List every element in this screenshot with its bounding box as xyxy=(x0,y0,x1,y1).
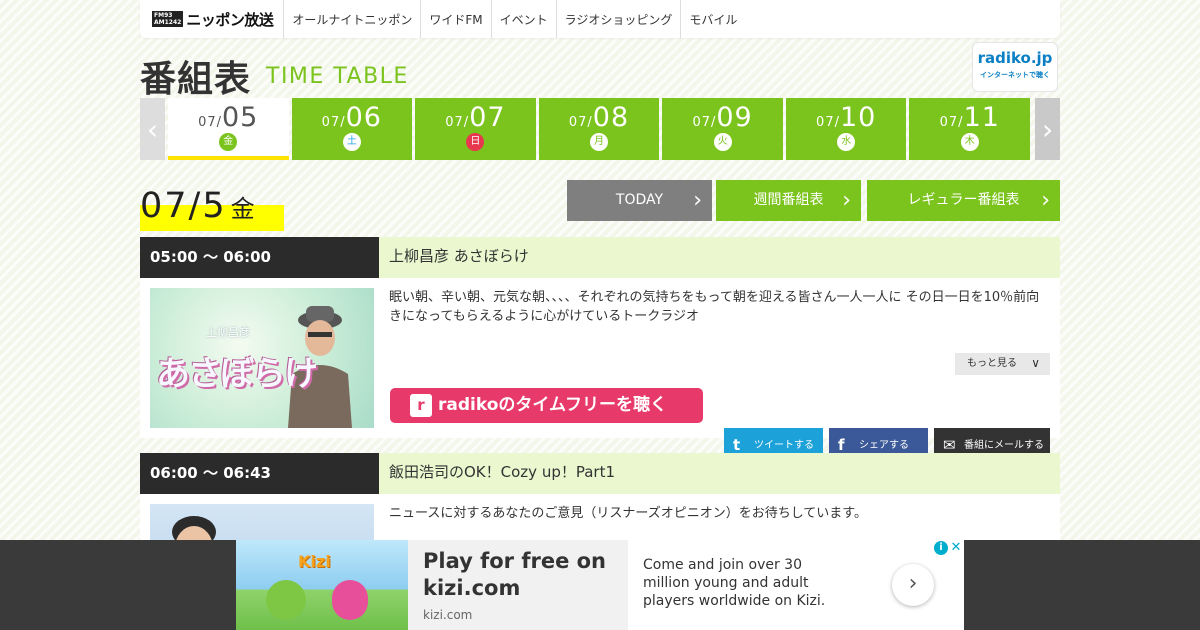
monster-icon xyxy=(332,580,368,620)
advertisement[interactable]: Kizi Play for free on kizi.com kizi.com … xyxy=(236,540,964,630)
ad-image[interactable]: Kizi xyxy=(236,540,408,630)
radiko-badge-caption: インターネットで聴く xyxy=(980,71,1050,79)
program-description: 眠い朝、辛い朝、元気な朝、、、、それぞれの気持ちをもって朝を迎える皆さん一人一人… xyxy=(389,290,1040,324)
nav-item-event[interactable]: イベント xyxy=(492,0,557,38)
weekday-badge: 月 xyxy=(590,133,608,151)
nav-item-mobile[interactable]: モバイル xyxy=(681,0,745,38)
page-title-en: TIME TABLE xyxy=(266,64,409,89)
weekday-badge: 金 xyxy=(219,133,238,151)
page-title: 番組表 xyxy=(140,59,252,100)
program-header: 05:00 ～ 06:00 上柳昌彦 あさぼらけ xyxy=(140,237,1060,278)
date-tab-0710[interactable]: 07/10 水 xyxy=(785,98,907,160)
ad-info-icon[interactable]: i xyxy=(934,541,948,555)
program-time: 05:00 ～ 06:00 xyxy=(140,237,379,278)
nav-item-radio-shopping[interactable]: ラジオショッピング xyxy=(557,0,682,38)
date-tab-0705[interactable]: 07/05 金 xyxy=(167,98,289,160)
chevron-down-icon: ∨ xyxy=(1031,356,1040,370)
radiko-badge-logo: radiko.jp xyxy=(977,49,1053,67)
program-header: 06:00 ～ 06:43 飯田浩司のOK！Cozy up！Part1 xyxy=(140,453,1060,494)
program-item: 05:00 ～ 06:00 上柳昌彦 あさぼらけ 上柳昌彦 あさぼらけ 眠い朝、… xyxy=(140,237,1060,463)
site-logo[interactable]: FM93 AM1242 ニッポン放送 xyxy=(140,0,285,38)
program-thumbnail[interactable]: 上柳昌彦 あさぼらけ xyxy=(150,288,374,428)
next-week-arrow-icon[interactable]: › xyxy=(1035,98,1060,160)
weekday-badge: 木 xyxy=(960,133,979,151)
weekday-badge: 土 xyxy=(342,133,361,151)
weekly-schedule-button[interactable]: 週間番組表 › xyxy=(716,180,861,221)
chevron-right-icon[interactable]: › xyxy=(892,564,934,606)
program-title[interactable]: 上柳昌彦 あさぼらけ xyxy=(379,237,1060,278)
date-tab-0709[interactable]: 07/09 火 xyxy=(662,98,783,160)
date-tab-0706[interactable]: 07/06 土 xyxy=(291,98,413,160)
day-heading-row: 07/5 金 TODAY › 週間番組表 › レギュラー番組表 › xyxy=(140,180,1060,231)
kizi-logo: Kizi xyxy=(298,552,331,571)
ad-body[interactable]: Come and join over 30 million young and … xyxy=(628,540,964,630)
program-description: ニュースに対するあなたのご意見（リスナーズオピニオン）をお待ちしています。 xyxy=(389,506,868,521)
ad-text: Come and join over 30 million young and … xyxy=(643,557,826,609)
current-day-label: 07/5 金 xyxy=(140,186,284,231)
program-body: 上柳昌彦 あさぼらけ 眠い朝、辛い朝、元気な朝、、、、それぞれの気持ちをもって朝… xyxy=(140,278,1060,463)
program-time: 06:00 ～ 06:43 xyxy=(140,453,379,494)
prev-week-arrow-icon[interactable]: ‹ xyxy=(140,98,165,160)
weekday-badge: 日 xyxy=(466,133,485,151)
chevron-right-icon: › xyxy=(842,188,851,213)
chevron-right-icon: › xyxy=(1041,188,1050,213)
logo-frequency: FM93 AM1242 xyxy=(152,11,184,27)
regular-schedule-button[interactable]: レギュラー番組表 › xyxy=(867,180,1060,221)
thumbnail-subtitle: 上柳昌彦 xyxy=(206,326,250,339)
radiko-icon: r xyxy=(410,394,432,417)
ad-domain: kizi.com xyxy=(423,608,473,622)
date-tab-0708[interactable]: 07/08 月 xyxy=(538,98,660,160)
today-button[interactable]: TODAY › xyxy=(567,180,712,221)
program-title[interactable]: 飯田浩司のOK！Cozy up！Part1 xyxy=(379,453,1060,494)
top-navigation: FM93 AM1242 ニッポン放送 オールナイトニッポン ワイドFM イベント… xyxy=(140,0,1060,38)
radiko-badge[interactable]: radiko.jp インターネットで聴く xyxy=(972,42,1058,92)
ad-title: Play for free on kizi.com xyxy=(423,549,607,600)
ad-headline[interactable]: Play for free on kizi.com kizi.com xyxy=(408,540,628,630)
nav-item-allnightnippon[interactable]: オールナイトニッポン xyxy=(284,0,422,38)
ad-close-icon[interactable]: ✕ xyxy=(949,541,963,555)
thumbnail-title: あさぼらけ xyxy=(156,354,318,394)
ad-banner-bar: Kizi Play for free on kizi.com kizi.com … xyxy=(0,540,1200,630)
weekday-badge: 火 xyxy=(713,133,732,151)
radiko-timefree-button[interactable]: r radikoのタイムフリーを聴く xyxy=(390,388,703,423)
title-row: 番組表 TIME TABLE radiko.jp インターネットで聴く xyxy=(140,42,1060,100)
date-tab-0707[interactable]: 07/07 日 xyxy=(415,98,536,160)
more-button[interactable]: もっと見る ∨ xyxy=(955,353,1050,375)
nav-item-widefm[interactable]: ワイドFM xyxy=(421,0,492,38)
chevron-right-icon: › xyxy=(693,188,702,213)
logo-name: ニッポン放送 xyxy=(186,10,274,29)
monster-icon xyxy=(266,580,306,620)
date-tabs: ‹ 07/05 金 07/06 土 07/07 日 07/08 月 07/09 … xyxy=(140,98,1060,160)
date-tab-0711[interactable]: 07/11 木 xyxy=(909,98,1031,160)
weekday-badge: 水 xyxy=(837,133,856,151)
